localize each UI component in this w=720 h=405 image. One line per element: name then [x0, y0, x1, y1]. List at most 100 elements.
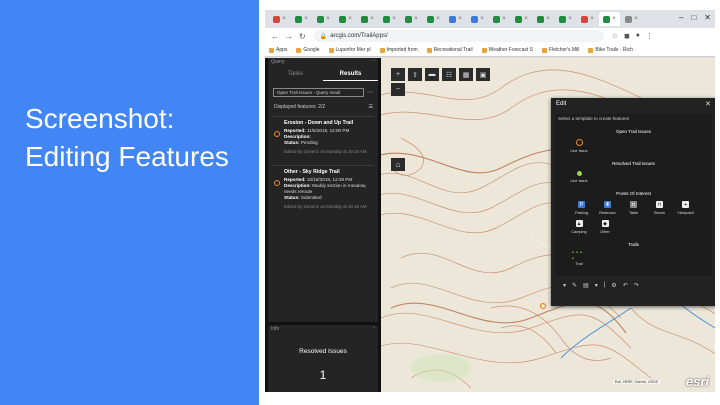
collapse-icon[interactable]: ▫ [373, 58, 375, 64]
template-label: Parking [575, 211, 588, 215]
undo-icon[interactable]: ↶ [623, 282, 628, 289]
forward-icon[interactable]: → [285, 32, 293, 41]
template-resolved-line-issue[interactable]: Line Issue [566, 171, 592, 183]
settings-icon[interactable]: ⚙ [611, 282, 616, 289]
tab-close-icon[interactable]: × [414, 16, 418, 22]
template-other[interactable]: ◆ Other [592, 220, 618, 234]
tab-close-icon[interactable]: × [590, 16, 594, 22]
issue-marker-icon [575, 139, 583, 146]
browser-tab[interactable]: × [577, 12, 598, 26]
back-icon[interactable]: ← [271, 32, 279, 41]
topographic-map[interactable]: + ⇪ ▬ ☷ ▦ ▣ − ⌂ Esri, HERE, Garmin, USGS… [381, 58, 715, 392]
tab-close-icon[interactable]: × [502, 16, 506, 22]
reload-icon[interactable]: ↻ [299, 32, 306, 41]
bookmark-item[interactable]: Lupenfor Mer pl [328, 47, 371, 53]
menu-icon[interactable]: ⋮ [646, 32, 653, 40]
slide-title: Screenshot: Editing Features [25, 103, 229, 172]
bookmark-item[interactable]: Fletcher's Mill [541, 47, 579, 53]
tab-icon [603, 15, 611, 23]
template-restroom[interactable]: ♜ Restroom [595, 201, 621, 215]
browser-tab[interactable]: × [533, 12, 554, 26]
resolved-issues-title: Resolved Issues [299, 348, 347, 355]
upload-icon[interactable]: ⇪ [408, 68, 422, 81]
bookmark-item[interactable]: Weather Forecast S [481, 47, 533, 53]
tab-tasks[interactable]: Tasks [268, 71, 323, 81]
issue-marker-icon [274, 180, 280, 186]
template-table[interactable]: π Table [621, 201, 647, 215]
maximize-icon[interactable]: □ [691, 13, 696, 22]
template-viewpoint[interactable]: ⌖ Viewpoint [673, 201, 699, 215]
result-item[interactable]: Erosion - Down and Up Trail Reported: 11… [272, 116, 374, 159]
browser-tab[interactable]: × [357, 12, 378, 26]
browser-tab[interactable]: × [621, 12, 642, 26]
template-parking[interactable]: P Parking [569, 201, 595, 215]
extension-icon[interactable]: ◼ [624, 32, 630, 40]
browser-tab[interactable]: × [379, 12, 400, 26]
tab-close-icon[interactable]: × [480, 16, 484, 22]
tab-close-icon[interactable]: × [348, 16, 352, 22]
browser-tab[interactable]: × [291, 12, 312, 26]
tab-close-icon[interactable]: × [436, 16, 440, 22]
tab-close-icon[interactable]: × [370, 16, 374, 22]
tab-strip: × × × × × × × × × × × × × × × × × [265, 10, 715, 28]
close-icon[interactable]: ✕ [705, 100, 711, 108]
browser-tab[interactable]: × [555, 12, 576, 26]
url-input[interactable]: 🔒 arcgis.com/TrailApps/ [313, 30, 604, 42]
tab-close-icon[interactable]: × [458, 16, 462, 22]
browser-tab[interactable]: × [511, 12, 532, 26]
redo-icon[interactable]: ↷ [634, 282, 639, 289]
browser-tab[interactable]: × [489, 12, 510, 26]
bookmark-item[interactable]: Recreational Trail [426, 47, 473, 53]
browser-tab[interactable]: × [445, 12, 466, 26]
tab-close-icon[interactable]: × [304, 16, 308, 22]
tab-close-icon[interactable]: × [392, 16, 396, 22]
tab-close-icon[interactable]: × [568, 16, 572, 22]
template-bench[interactable]: ⊓ Bench [647, 201, 673, 215]
expand-icon[interactable]: ▫ [373, 325, 375, 331]
zoom-out-icon[interactable]: − [391, 83, 405, 96]
template-camping[interactable]: ▲ Camping [566, 220, 592, 234]
minimize-icon[interactable]: – [679, 13, 683, 22]
template-group: Line Issue [558, 139, 709, 153]
browser-tab[interactable]: × [599, 12, 620, 26]
tab-results[interactable]: Results [323, 71, 378, 81]
star-icon[interactable]: ☆ [612, 32, 618, 40]
basemap-icon[interactable]: ▣ [476, 68, 490, 81]
template-group: P Parking ♜ Restroom π Table ⊓ Bench ⌖ V… [558, 201, 709, 215]
zoom-in-icon[interactable]: + [391, 68, 405, 81]
bookmark-item[interactable]: Imported from [379, 47, 418, 53]
results-dropdown[interactable]: Open Trail Issues - Query result [273, 87, 364, 97]
tab-close-icon[interactable]: × [634, 16, 638, 22]
list-icon[interactable]: ☷ [442, 68, 456, 81]
document-icon[interactable]: ▤ [583, 282, 589, 289]
template-trail[interactable]: • • • • Trail [566, 250, 592, 267]
tab-close-icon[interactable]: × [326, 16, 330, 22]
result-item[interactable]: Other - Sky Ridge Trail Reported: 10/18/… [272, 165, 374, 214]
tab-close-icon[interactable]: × [612, 16, 616, 22]
more-options-icon[interactable]: ⋯ [367, 89, 373, 96]
browser-tab[interactable]: × [313, 12, 334, 26]
folder-icon[interactable]: ▬ [425, 68, 439, 81]
grid-icon[interactable]: ▦ [459, 68, 473, 81]
dropdown-icon[interactable]: ▾ [595, 282, 598, 289]
browser-tab[interactable]: × [401, 12, 422, 26]
bookmark-item[interactable]: Apps [269, 47, 287, 53]
dropdown-icon[interactable]: ▾ [563, 282, 566, 289]
template-line-issue[interactable]: Line Issue [566, 139, 592, 153]
browser-tab[interactable]: × [335, 12, 356, 26]
browser-tab[interactable]: × [467, 12, 488, 26]
profile-icon[interactable]: ● [636, 32, 640, 40]
bookmark-label: Google [303, 47, 320, 53]
tab-close-icon[interactable]: × [282, 16, 286, 22]
list-options-icon[interactable]: ☰ [369, 104, 373, 110]
browser-tab[interactable]: × [423, 12, 444, 26]
eraser-icon[interactable]: ✎ [572, 282, 577, 289]
home-icon[interactable]: ⌂ [391, 158, 405, 171]
tab-close-icon[interactable]: × [524, 16, 528, 22]
bookmark-item[interactable]: Google [296, 47, 320, 53]
tab-close-icon[interactable]: × [546, 16, 550, 22]
bookmark-item[interactable]: Bike Trails - Rich [588, 47, 633, 53]
browser-tab[interactable]: × [269, 12, 290, 26]
close-icon[interactable]: ✕ [704, 13, 711, 22]
bookmark-label: Apps [276, 47, 288, 53]
